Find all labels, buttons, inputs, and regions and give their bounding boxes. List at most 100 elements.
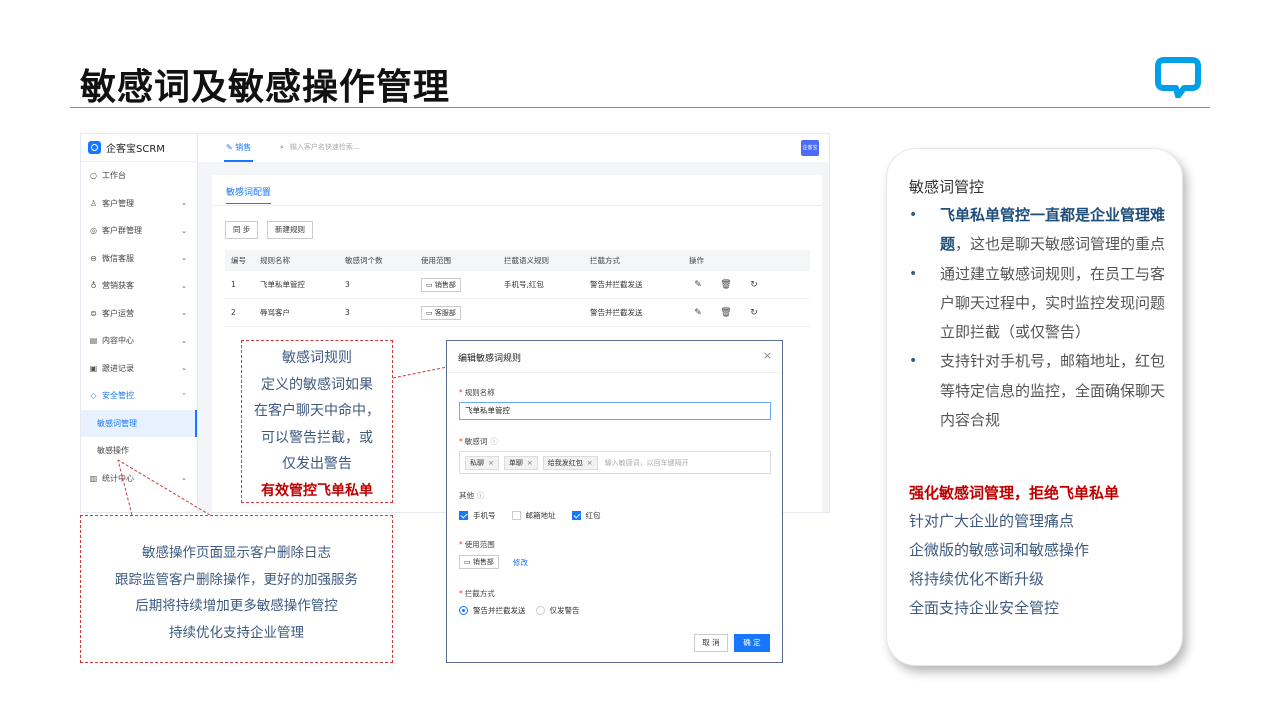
- bullet-item: 通过建立敏感词规则，在员工与客户聊天过程中，实时监控发现问题立即拦截（或仅警告）: [909, 260, 1169, 348]
- row-id: 1: [231, 280, 236, 289]
- sensitive-words-input[interactable]: 私聊 × 单聊 × 给我发红包 × 输入敏感词，以回车键隔开: [459, 451, 771, 474]
- chevron-down-icon: ⌄: [181, 364, 187, 373]
- sidebar-item-workbench[interactable]: ○ 工作台: [81, 162, 197, 190]
- sidebar-item-customers[interactable]: ♙ 客户管理 ⌄: [81, 190, 197, 218]
- clock-icon: ○: [90, 171, 97, 181]
- red-packet-checkbox[interactable]: [571, 511, 581, 520]
- sync-button[interactable]: 同 步: [225, 221, 259, 239]
- row-count: 3: [345, 280, 350, 289]
- chat-bubble-logo-icon: [1155, 57, 1201, 98]
- refresh-icon[interactable]: ↻: [747, 308, 761, 318]
- cancel-button[interactable]: 取 消: [694, 634, 728, 652]
- new-rule-button[interactable]: 新建规则: [267, 221, 313, 239]
- callout-line: 后期将持续增加更多敏感操作管控: [135, 598, 338, 614]
- bullet-item: 支持针对手机号，邮箱地址，红包等特定信息的监控，全面确保聊天内容合规: [909, 347, 1169, 435]
- folder-icon: ▭: [464, 558, 473, 566]
- bar-chart-icon: ▥: [89, 473, 98, 483]
- operations-icon: ⊜: [90, 308, 97, 318]
- slide-title: 敏感词及敏感操作管理: [80, 67, 451, 108]
- sensitive-word-callout: 敏感词规则 定义的敏感词如果 在客户聊天中命中， 可以警告拦截，或 仅发出警告 …: [241, 340, 393, 503]
- rules-table: 编号 规则名称 敏感词个数 使用范围 拦截语义规则 拦截方式 操作 1 飞单私单…: [225, 250, 810, 327]
- chevron-down-icon: ⌄: [181, 281, 187, 290]
- column-header: 编号: [231, 256, 246, 265]
- card-line: 将持续优化不断升级: [909, 570, 1045, 588]
- warn-only-radio[interactable]: [535, 606, 545, 615]
- title-divider: [70, 107, 1210, 108]
- sidebar-item-security[interactable]: ◇ 安全管控 ⌃: [81, 382, 197, 410]
- table-row[interactable]: 2 辱骂客户 3 ▭ 客服部 警告并拦截发送 ✎ 🗑 ↻: [225, 299, 810, 327]
- word-tag: 给我发红包 ×: [542, 455, 598, 470]
- card-emphasis: 强化敏感词管理，拒绝飞单私单: [909, 484, 1120, 502]
- sidebar-item-content[interactable]: ▤ 内容中心 ⌄: [81, 327, 197, 355]
- scope-tag: ▭ 客服部: [421, 305, 461, 320]
- card-heading: 敏感词管控: [909, 178, 985, 196]
- chevron-down-icon: ⌄: [181, 226, 187, 235]
- help-icon: ⓘ: [477, 491, 485, 500]
- tab-divider: [212, 205, 822, 206]
- table-row[interactable]: 1 飞单私单管控 3 ▭ 销售部 手机号,红包 警告并拦截发送 ✎ 🗑 ↻: [225, 271, 810, 299]
- location-pin-icon: ♁: [90, 281, 97, 291]
- headset-icon: ⊖: [90, 253, 97, 263]
- row-name: 辱骂客户: [260, 308, 290, 317]
- warn-and-block-radio[interactable]: [459, 606, 468, 615]
- word-tag: 单聊 ×: [503, 455, 538, 470]
- column-header: 拦截方式: [590, 256, 620, 265]
- edit-scope-link[interactable]: 修改: [513, 557, 528, 568]
- column-header: 使用范围: [421, 256, 451, 265]
- row-name: 飞单私单管控: [260, 280, 305, 289]
- help-icon: ⓘ: [490, 437, 498, 446]
- brand-logo-icon: [88, 141, 101, 154]
- avatar[interactable]: 企客宝: [801, 140, 819, 156]
- callout-line: 可以警告拦截，或: [261, 429, 373, 446]
- folder-icon: ▭: [426, 280, 435, 289]
- column-header: 敏感词个数: [345, 256, 383, 265]
- word-tag: 私聊 ×: [465, 455, 499, 470]
- refresh-icon[interactable]: ↻: [747, 280, 761, 290]
- callout-line: 敏感操作页面显示客户删除日志: [142, 545, 331, 561]
- delete-icon[interactable]: 🗑: [719, 308, 733, 318]
- confirm-button[interactable]: 确 定: [734, 634, 770, 652]
- tab-sensitive-word-config[interactable]: 敏感词配置: [226, 185, 272, 204]
- remove-tag-icon[interactable]: ×: [587, 459, 593, 467]
- sensitive-ops-callout: 敏感操作页面显示客户删除日志 跟踪监管客户删除操作，更好的加强服务 后期将持续增…: [80, 515, 393, 663]
- chat-icon: ✎: [226, 143, 236, 152]
- shield-icon: ◇: [90, 391, 97, 401]
- sensitive-words-label: * 敏感词 ⓘ: [459, 437, 498, 446]
- sidebar-item-sensitive-words[interactable]: 敏感词管理: [81, 409, 197, 437]
- row-method: 警告并拦截发送: [590, 280, 643, 289]
- sidebar-item-followup[interactable]: ▣ 跟进记录 ⌄: [81, 355, 197, 383]
- edit-icon[interactable]: ✎: [691, 280, 705, 290]
- remove-tag-icon[interactable]: ×: [488, 459, 494, 467]
- tab-sales[interactable]: ✎ 销售: [224, 134, 254, 162]
- brand-name: 企客宝SCRM: [106, 144, 165, 155]
- scope-tag: ▭ 销售部: [421, 277, 461, 292]
- dialog-title: 编辑敏感词规则: [458, 354, 522, 364]
- card-bullets: 飞单私单管控一直都是企业管理难题，这也是聊天敏感词管理的重点 通过建立敏感词规则…: [909, 201, 1169, 435]
- card-line: 企微版的敏感词和敏感操作: [909, 541, 1090, 559]
- group-chat-icon: ◎: [90, 226, 97, 236]
- sidebar-item-wechat-service[interactable]: ⊖ 微信客服 ⌄: [81, 245, 197, 273]
- phone-checkbox[interactable]: [459, 511, 468, 520]
- email-checkbox[interactable]: [511, 511, 521, 520]
- chevron-down-icon: ⌄: [181, 309, 187, 318]
- sidebar-item-operations[interactable]: ⊜ 客户运营 ⌄: [81, 300, 197, 328]
- rule-name-input[interactable]: 飞单私单管控: [459, 402, 771, 420]
- rule-name-label: * 规则名称: [459, 388, 495, 397]
- method-options: 警告并拦截发送 仅发警告: [459, 605, 590, 616]
- row-count: 3: [345, 308, 350, 317]
- sidebar-item-groups[interactable]: ◎ 客户群管理 ⌄: [81, 217, 197, 245]
- edit-rule-dialog: 编辑敏感词规则 × * 规则名称 飞单私单管控 * 敏感词 ⓘ 私聊 × 单聊 × 给我发…: [446, 340, 783, 663]
- search-input[interactable]: ⌕ 输入客户名快速检索...: [280, 142, 360, 152]
- callout-line: 定义的敏感词如果: [261, 376, 373, 393]
- close-icon[interactable]: ×: [763, 349, 772, 362]
- delete-icon[interactable]: 🗑: [719, 280, 733, 290]
- row-id: 2: [231, 308, 236, 317]
- remove-tag-icon[interactable]: ×: [527, 459, 533, 467]
- column-header: 操作: [689, 256, 704, 265]
- card-line: 全面支持企业安全管控: [909, 599, 1060, 617]
- sidebar-item-stats[interactable]: ▥ 统计中心 ⌄: [81, 465, 197, 493]
- sidebar-item-marketing[interactable]: ♁ 营销获客 ⌄: [81, 272, 197, 300]
- chevron-up-icon: ⌃: [181, 391, 187, 400]
- sidebar-item-sensitive-ops[interactable]: 敏感操作: [81, 437, 197, 465]
- edit-icon[interactable]: ✎: [691, 308, 705, 318]
